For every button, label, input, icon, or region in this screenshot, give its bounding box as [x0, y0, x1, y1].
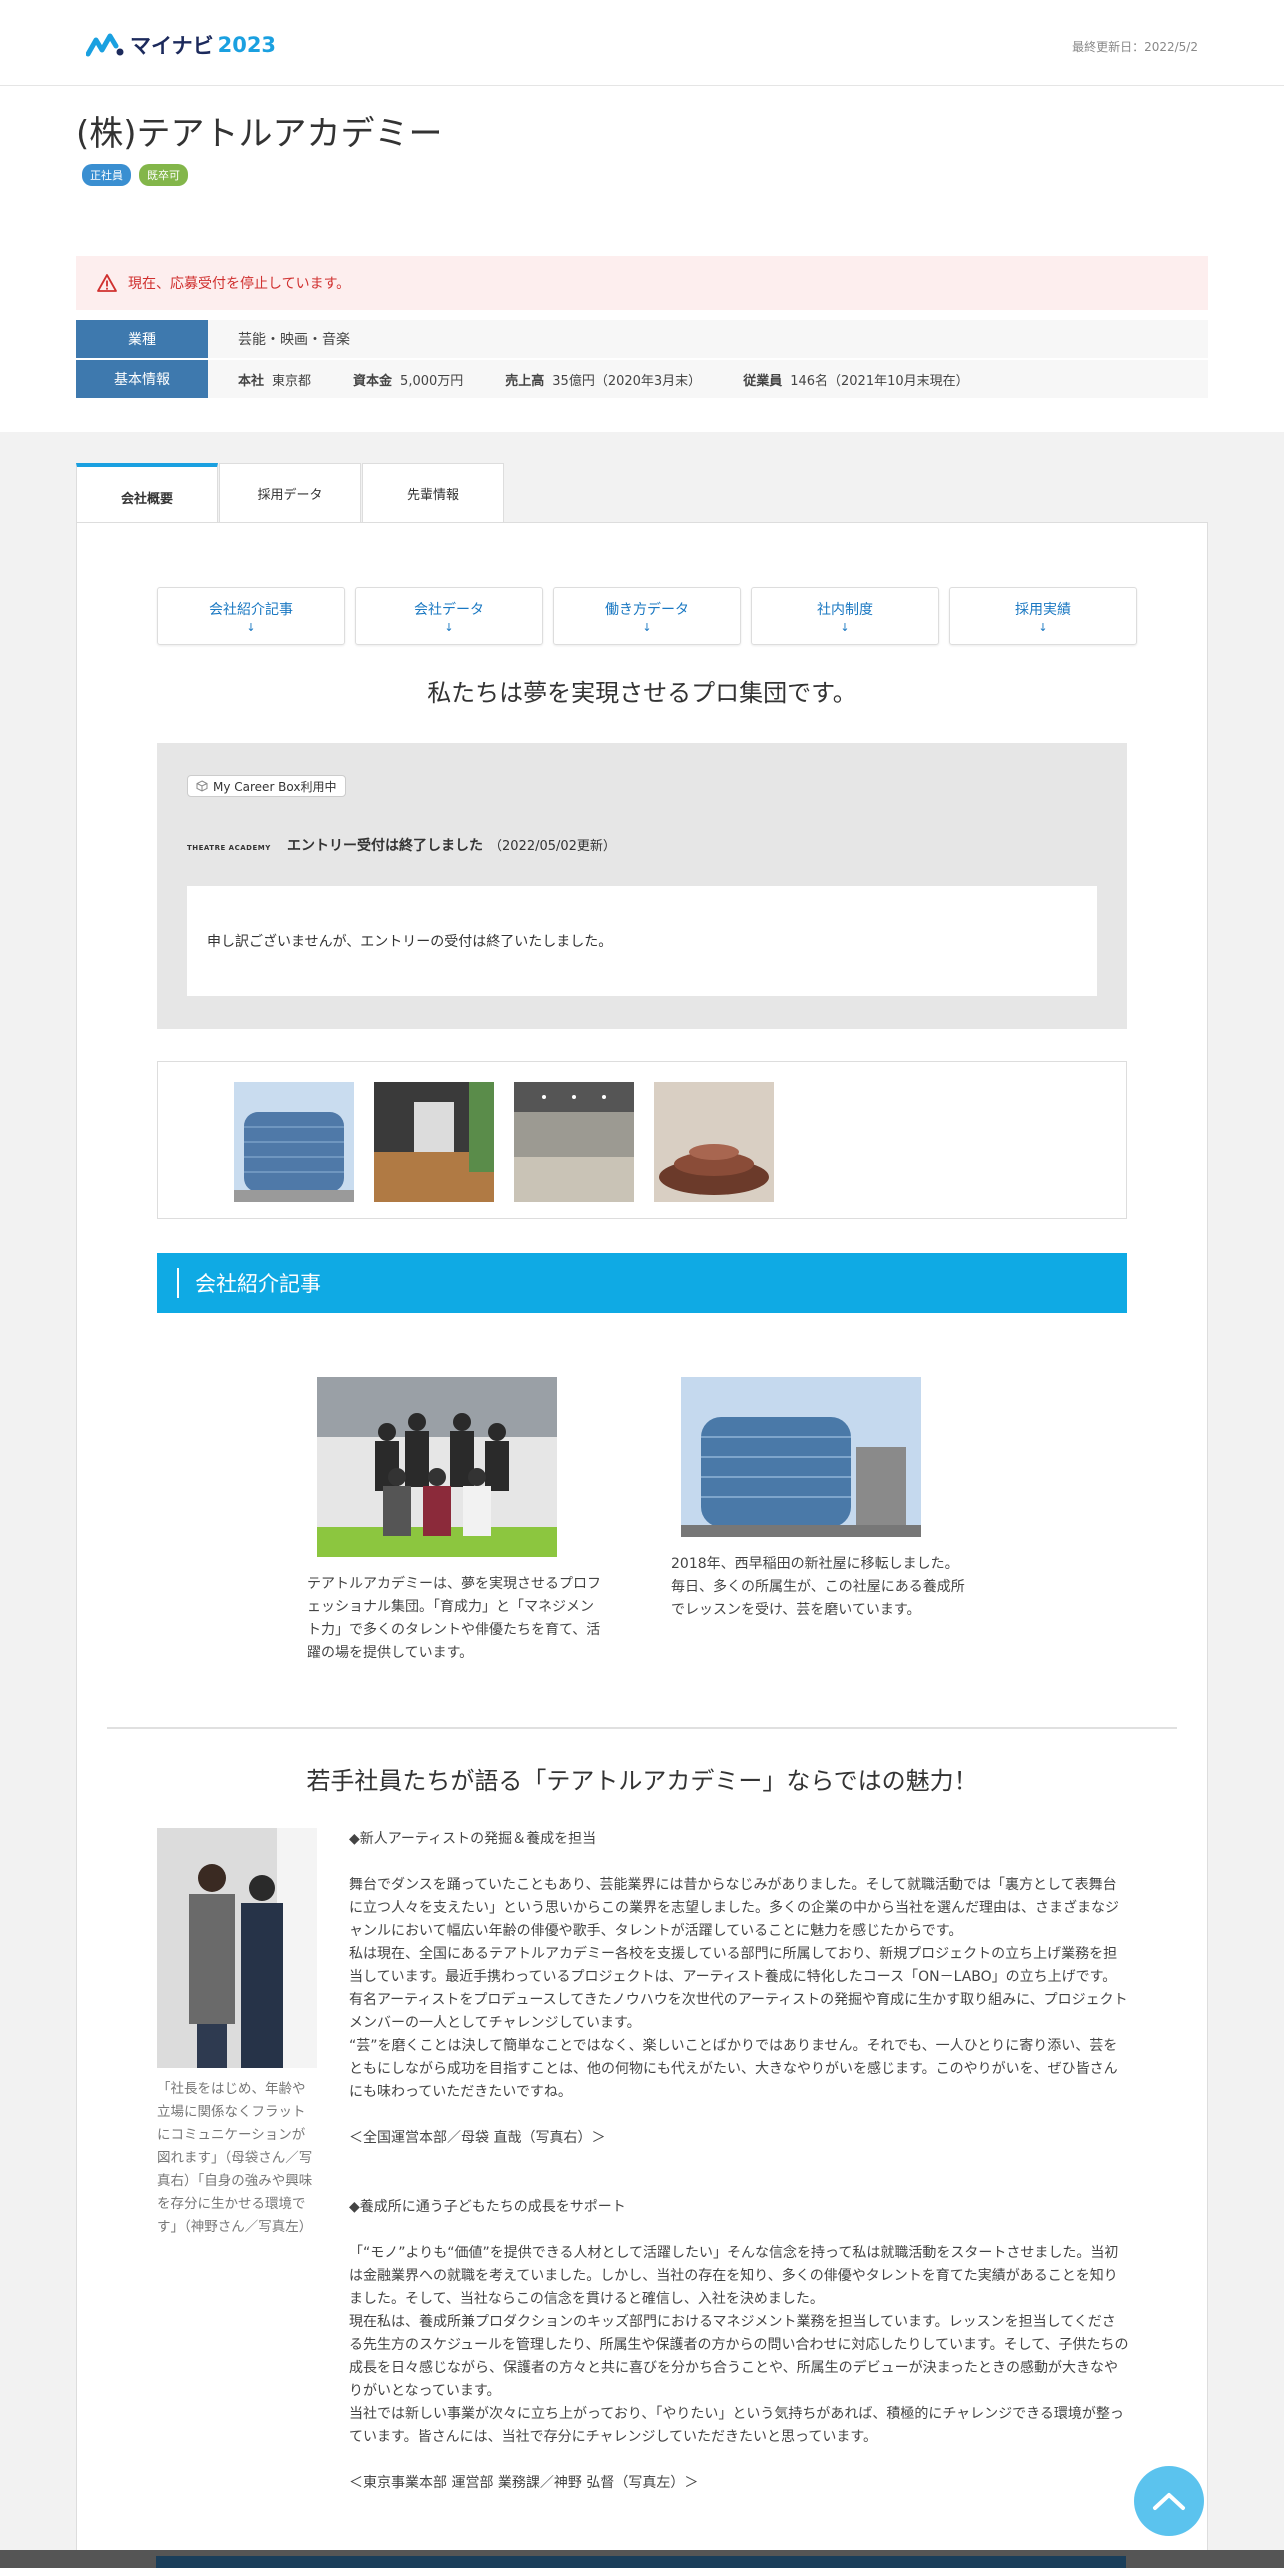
section-title: 会社紹介記事 — [195, 1272, 321, 1296]
entry-message: 申し訳ございませんが、エントリーの受付は終了いたしました。 — [187, 886, 1097, 996]
catchphrase: 私たちは夢を実現させるプロ集団です。 — [427, 679, 857, 707]
alert-text: 現在、応募受付を停止しています。 — [128, 276, 351, 292]
logo-year: 2023 — [217, 33, 277, 57]
info-sales: 売上高 35億円（2020年3月末） — [505, 373, 702, 389]
my-career-box-badge: My Career Box利用中 — [187, 775, 346, 797]
article-item-1: テアトルアカデミーは、夢を実現させるプロフェッショナル集団。「育成力」と「マネジ… — [307, 1377, 607, 1665]
interview-signature-2: ＜東京事業本部 運営部 業務課／神野 弘督（写真左）＞ — [349, 2475, 699, 2491]
footer-bar — [0, 2550, 1284, 2568]
last-updated: 最終更新日：2022/5/2 — [1072, 40, 1198, 54]
portrait-caption: 「社長をはじめ、年齢や立場に関係なくフラットにコミュニケーションが図れます」（母… — [157, 2081, 313, 2235]
interview-paragraph: 「“モノ”よりも“価値”を提供できる人材として活躍したい」そんな信念を持って私は… — [349, 2245, 1119, 2307]
photo-staff-group[interactable] — [317, 1377, 557, 1557]
article-caption-1: テアトルアカデミーは、夢を実現させるプロフェッショナル集団。「育成力」と「マネジ… — [307, 1576, 601, 1661]
chevron-up-icon — [1153, 2493, 1185, 2510]
interview-paragraph: 私は現在、全国にあるテアトルアカデミー各校を支援している部門に所属しており、新規… — [349, 1946, 1128, 2031]
photo-gallery — [157, 1061, 1127, 1219]
nav-company-data[interactable]: 会社データ ↓ — [355, 587, 543, 645]
site-header: マイナビ 2023 最終更新日：2022/5/2 — [0, 0, 1284, 86]
photo-two-employees[interactable] — [157, 1828, 317, 2068]
nav-internal-systems[interactable]: 社内制度 ↓ — [751, 587, 939, 645]
tab-recruit-data[interactable]: 採用データ — [219, 463, 361, 523]
article-caption-2: 2018年、西早稲田の新社屋に移転しました。毎日、多くの所属生が、この社屋にある… — [671, 1556, 965, 1618]
interview-paragraph: 当社では新しい事業が次々に立ち上がっており、「やりたい」という気持ちがあれば、積… — [349, 2406, 1124, 2445]
interview-title: 若手社員たちが語る「テアトルアカデミー」ならではの魅力！ — [306, 1767, 978, 1795]
photo-stage-stairs[interactable] — [654, 1082, 774, 1202]
interview-paragraph: 現在私は、養成所兼プロダクションのキッズ部門におけるマネジメント業務を担当してい… — [349, 2314, 1129, 2399]
employment-tags: 正社員 既卒可 — [82, 164, 188, 186]
interview-heading-2: ◆養成所に通う子どもたちの成長をサポート — [349, 2199, 626, 2215]
entry-status: エントリー受付は終了しました （2022/05/02更新） — [287, 838, 616, 854]
page-top-button[interactable] — [1134, 2466, 1204, 2536]
tag-fulltime: 正社員 — [82, 164, 131, 186]
info-employees: 従業員 146名（2021年10月末現在） — [743, 373, 969, 389]
interview-body: ◆新人アーティストの発掘＆養成を担当 舞台でダンスを踊っていたこともあり、芸能業… — [349, 1828, 1129, 2495]
company-header: (株)テアトルアカデミー 正社員 既卒可 現在、応募受付を停止しています。 業種… — [0, 86, 1284, 432]
basic-info-label: 基本情報 — [76, 360, 208, 398]
company-name: (株)テアトルアカデミー — [76, 114, 443, 154]
mynavi-logo-icon — [86, 33, 124, 57]
divider — [107, 1727, 1177, 1729]
mynavi-logo[interactable]: マイナビ 2023 — [86, 30, 276, 60]
photo-building[interactable] — [234, 1082, 354, 1202]
tag-graduates-ok: 既卒可 — [139, 164, 188, 186]
photo-studio-hall[interactable] — [374, 1082, 494, 1202]
entry-status-box: My Career Box利用中 THEATRE ACADEMY エントリー受付… — [157, 743, 1127, 1029]
industry-value: 芸能・映画・音楽 — [238, 332, 350, 348]
box-icon — [196, 780, 208, 792]
section-header-company-article: 会社紹介記事 — [157, 1253, 1127, 1313]
page-tabs: 会社概要 採用データ 先輩情報 — [76, 463, 505, 527]
industry-label: 業種 — [76, 320, 208, 358]
tab-senior-info[interactable]: 先輩情報 — [362, 463, 504, 523]
tab-company-overview[interactable]: 会社概要 — [76, 463, 218, 527]
photo-new-building[interactable] — [681, 1377, 921, 1537]
info-headquarters: 本社 東京都 — [238, 373, 312, 389]
nav-company-article[interactable]: 会社紹介記事 ↓ — [157, 587, 345, 645]
interview-paragraph: 舞台でダンスを踊っていたこともあり、芸能業界には昔からなじみがありました。そして… — [349, 1877, 1119, 1939]
basic-info-row: 基本情報 本社 東京都 資本金 5,000万円 売上高 35億円（2020年3月末） … — [76, 360, 1208, 398]
nav-hiring-record[interactable]: 採用実績 ↓ — [949, 587, 1137, 645]
warning-icon — [97, 274, 117, 292]
interview-heading-1: ◆新人アーティストの発掘＆養成を担当 — [349, 1831, 597, 1847]
info-capital: 資本金 5,000万円 — [353, 373, 464, 389]
industry-row: 業種 芸能・映画・音楽 — [76, 320, 1208, 358]
main-content: 会社紹介記事 ↓ 会社データ ↓ 働き方データ ↓ 社内制度 ↓ 採用実績 ↓ 私たちは夢… — [76, 522, 1208, 2568]
theatre-academy-logo: THEATRE ACADEMY — [187, 844, 271, 852]
photo-lesson-room[interactable] — [514, 1082, 634, 1202]
nav-workstyle-data[interactable]: 働き方データ ↓ — [553, 587, 741, 645]
application-closed-alert: 現在、応募受付を停止しています。 — [76, 256, 1208, 310]
section-nav: 会社紹介記事 ↓ 会社データ ↓ 働き方データ ↓ 社内制度 ↓ 採用実績 ↓ — [157, 587, 1137, 645]
interview-paragraph: “芸”を磨くことは決して簡単なことではなく、楽しいことばかりではありません。それ… — [349, 2038, 1118, 2100]
article-item-2: 2018年、西早稲田の新社屋に移転しました。毎日、多くの所属生が、この社屋にある… — [671, 1377, 971, 1622]
interview-signature-1: ＜全国運営本部／母袋 直哉（写真右）＞ — [349, 2130, 606, 2146]
logo-text: マイナビ — [130, 34, 214, 58]
